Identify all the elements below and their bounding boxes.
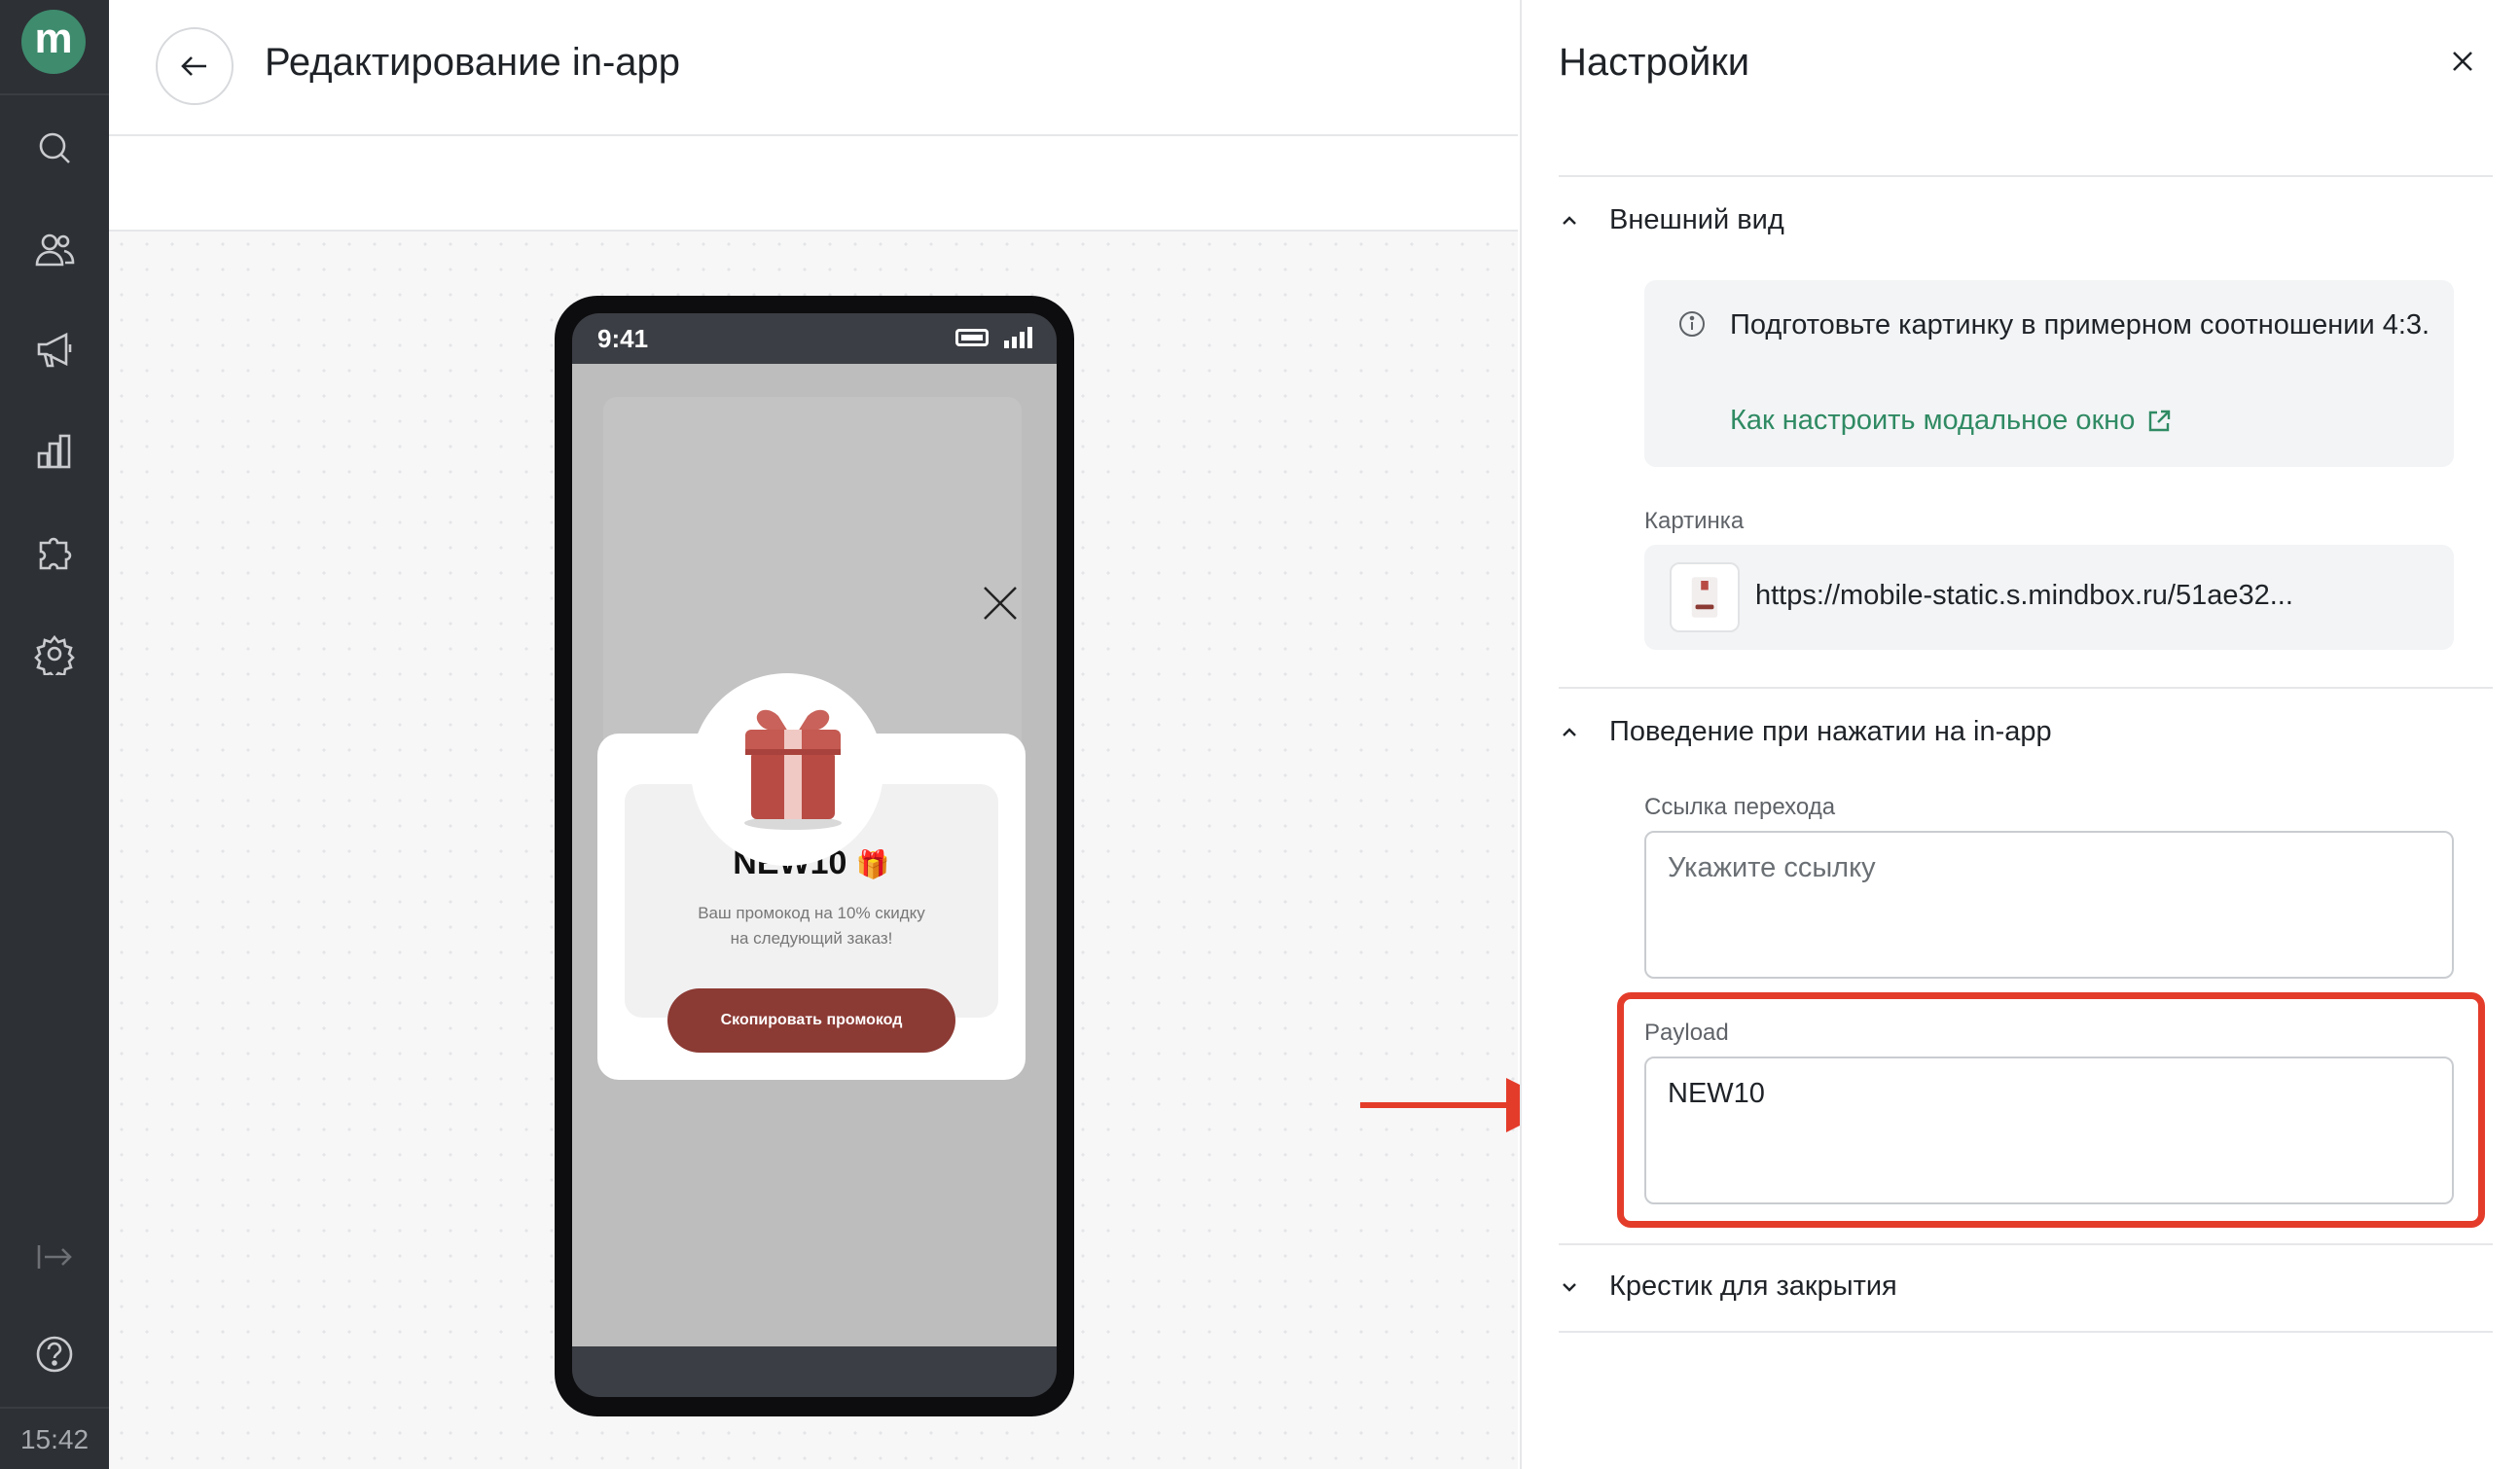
analytics-icon[interactable] [31,428,78,475]
external-link-icon [2149,410,2171,431]
link-input[interactable]: Укажите ссылку [1644,831,2454,979]
gear-icon[interactable] [31,630,78,677]
payload-label: Payload [1644,1020,1729,1046]
toolbar-strip [109,136,1518,232]
thumbnail-preview-icon [1691,577,1718,618]
gift-illustration [744,709,842,830]
section-behavior-toggle[interactable]: Поведение при нажатии на in-app [1559,716,2052,748]
back-button[interactable] [156,27,234,105]
divider [1559,1243,2493,1245]
users-icon[interactable] [31,226,78,272]
chevron-down-icon [1563,1282,1576,1292]
preview-canvas: 9:41 NEW10 🎁 Ваш промокод на 10% скидку … [109,232,1518,1469]
promo-description: Ваш промокод на 10% скидку на следующий … [698,904,925,948]
arrow-left-icon [181,56,206,76]
divider [1559,175,2493,177]
settings-title: Настройки [1559,41,1750,84]
divider [1559,1331,2493,1333]
brand-logo[interactable]: m [21,10,86,74]
gift-emoji: 🎁 [855,849,890,879]
search-icon[interactable] [31,125,78,171]
info-text: Подготовьте картинку в примерном соотнош… [1730,309,2430,340]
payload-input[interactable]: NEW10 [1644,1057,2454,1204]
chevron-up-icon [1563,727,1576,736]
settings-panel: Настройки Внешний вид Подготовьте картин… [1520,0,2520,1469]
nav-divider [0,93,109,95]
puzzle-icon[interactable] [31,529,78,576]
phone-bottom-bar [572,1346,1057,1397]
divider [1559,687,2493,689]
image-label: Картинка [1644,508,1745,534]
image-thumbnail [1670,562,1740,632]
close-icon[interactable] [981,584,1020,623]
link-label: Ссылка перехода [1644,794,1836,820]
close-panel-icon[interactable] [2448,47,2477,76]
signal-icon [1004,327,1032,348]
megaphone-icon[interactable] [31,327,78,374]
copy-promo-button[interactable]: Скопировать промокод [667,988,955,1053]
info-icon [1679,311,1705,337]
logout-icon[interactable] [31,1234,78,1280]
section-appearance-toggle[interactable]: Внешний вид [1559,204,1784,236]
battery-icon [955,329,989,346]
modal-help-link[interactable]: Как настроить модальное окно [1730,405,2174,437]
clock: 15:42 [0,1407,109,1469]
image-field[interactable]: https://mobile-static.s.mindbox.ru/51ae3… [1644,545,2454,650]
phone-status-bar: 9:41 [572,313,1057,364]
phone-screen: NEW10 🎁 Ваш промокод на 10% скидку на сл… [572,364,1057,1346]
page-title: Редактирование in-app [265,41,681,84]
chevron-up-icon [1563,215,1576,225]
phone-clock: 9:41 [597,324,649,353]
help-icon[interactable] [31,1331,78,1378]
info-box: Подготовьте картинку в примерном соотнош… [1644,280,2454,467]
phone-mockup: 9:41 NEW10 🎁 Ваш промокод на 10% скидку … [555,296,1074,1416]
section-close-toggle[interactable]: Крестик для закрытия [1559,1271,1897,1303]
image-url: https://mobile-static.s.mindbox.ru/51ae3… [1755,580,2293,611]
editor-header: Редактирование in-app [109,0,1518,136]
left-nav: m 15:42 [0,0,109,1469]
